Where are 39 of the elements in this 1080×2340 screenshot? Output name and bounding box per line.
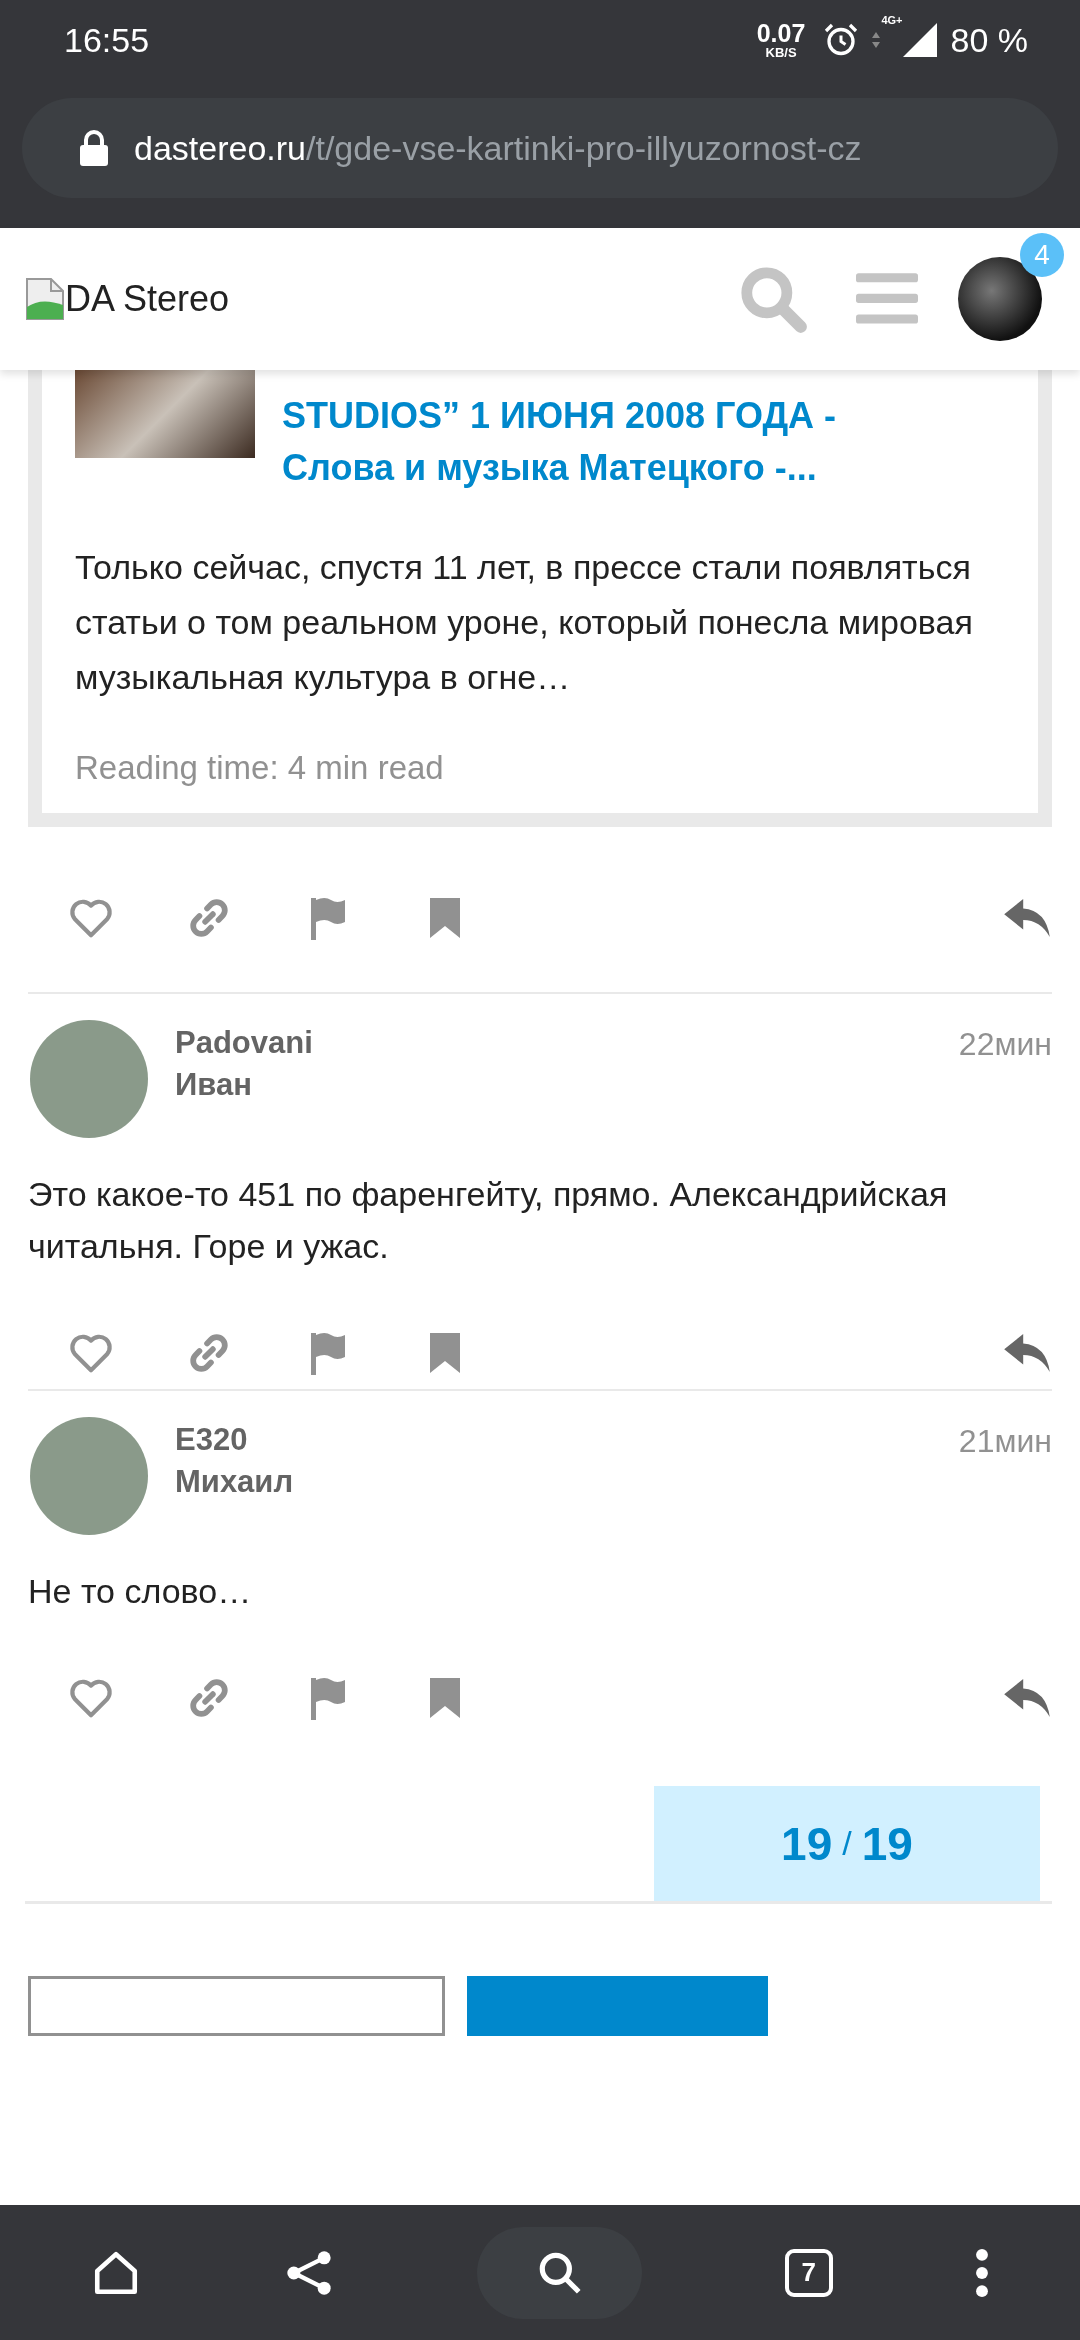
bookmark-icon[interactable] bbox=[430, 1333, 460, 1373]
post-time[interactable]: 22мин bbox=[958, 1026, 1052, 1063]
clock-time: 16:55 bbox=[64, 20, 151, 60]
heart-icon[interactable] bbox=[68, 1677, 114, 1719]
user-full-name: Иван bbox=[175, 1066, 253, 1104]
network-speed-unit: KB/S bbox=[765, 46, 797, 59]
bookmark-icon[interactable] bbox=[430, 898, 460, 938]
tab-count-button[interactable]: 7 bbox=[784, 2248, 833, 2297]
more-options-icon[interactable] bbox=[974, 2247, 989, 2298]
data-arrows-icon bbox=[871, 30, 882, 50]
user-full-name: Михаил bbox=[175, 1463, 295, 1501]
broken-image-icon bbox=[25, 277, 65, 321]
notification-badge: 4 bbox=[1020, 233, 1064, 277]
post-progress-indicator[interactable]: 19 / 19 bbox=[654, 1786, 1040, 1901]
article-title-link[interactable]: Слова и музыка Матецкого -... bbox=[282, 442, 837, 494]
heart-icon[interactable] bbox=[68, 897, 114, 939]
signal-icon bbox=[902, 23, 937, 57]
address-field[interactable]: dastereo.ru/t/gde-vse-kartinki-pro-illyuzornost-cz bbox=[22, 98, 1058, 198]
reading-time: Reading time: 4 min read bbox=[75, 748, 445, 788]
post-time[interactable]: 21мин bbox=[958, 1423, 1052, 1460]
battery-percent: 80 % bbox=[950, 20, 1028, 60]
menu-icon[interactable] bbox=[856, 273, 918, 325]
reply-icon[interactable] bbox=[1004, 1334, 1050, 1372]
article-excerpt: Только сейчас, спустя 11 лет, в прессе стали появляться статьи о том реальном уроне, который понесла мировая музыкальная культура в огне… bbox=[75, 547, 974, 698]
network-speed: 0.07 bbox=[756, 21, 806, 46]
post-text: Не то слово… bbox=[28, 1571, 253, 1612]
network-type: 4G+ bbox=[881, 14, 903, 26]
alarm-icon bbox=[823, 22, 860, 58]
site-logo-alt-text[interactable]: DA Stereo bbox=[65, 278, 230, 320]
bookmark-icon[interactable] bbox=[430, 1678, 460, 1718]
reply-icon[interactable] bbox=[1004, 1679, 1050, 1717]
username[interactable]: E320 bbox=[175, 1419, 959, 1461]
notification-level-button[interactable] bbox=[28, 1976, 445, 2036]
username[interactable]: Padovani bbox=[175, 1022, 959, 1064]
reply-icon[interactable] bbox=[1004, 899, 1050, 937]
post-text: Это какое-то 451 по фаренгейту, прямо. Александрийская читальня. Горе и ужас. bbox=[28, 1174, 949, 1267]
lock-icon bbox=[80, 130, 108, 166]
heart-icon[interactable] bbox=[68, 1332, 114, 1374]
article-title-link[interactable]: STUDIOS” 1 ИЮНЯ 2008 ГОДА - bbox=[282, 390, 837, 442]
